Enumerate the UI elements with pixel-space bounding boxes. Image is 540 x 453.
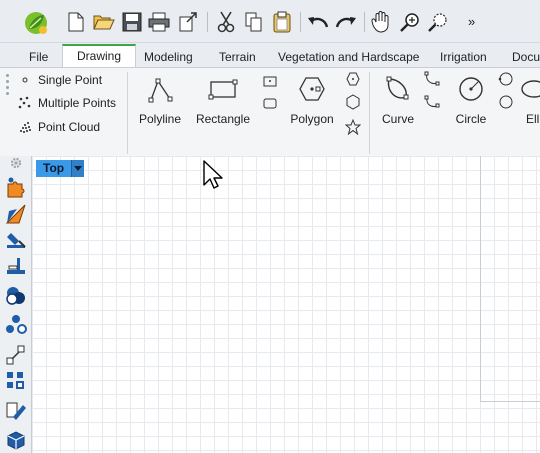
puzzle-snap-icon[interactable]	[5, 176, 27, 198]
toolbar-separator	[300, 12, 301, 32]
rounded-rectangle-icon[interactable]	[262, 95, 278, 111]
tab-drawing[interactable]: Drawing	[62, 44, 137, 68]
polygon-icon	[299, 77, 325, 101]
tab-irrigation[interactable]: Irrigation	[440, 47, 487, 67]
planar-icon[interactable]	[5, 255, 27, 277]
redo-icon[interactable]	[335, 11, 357, 33]
tab-vegetation-and-hardscape[interactable]: Vegetation and Hardscape	[278, 47, 419, 67]
interpolate-curve-icon[interactable]	[424, 71, 440, 87]
app-logo-icon[interactable]	[22, 9, 50, 37]
point-cloud-icon	[20, 122, 31, 133]
rectangle-3pt-icon[interactable]	[262, 73, 278, 89]
tab-terrain[interactable]: Terrain	[219, 47, 256, 67]
circle-3pt-icon[interactable]	[498, 94, 514, 110]
pan-icon[interactable]	[370, 11, 392, 33]
polygon-button[interactable]: Polygon	[285, 72, 339, 126]
curve-icon	[386, 76, 409, 100]
circle-diameter-icon[interactable]	[498, 71, 514, 87]
eraser-icon[interactable]	[5, 229, 27, 251]
toolbar-separator	[207, 12, 208, 32]
viewport-top[interactable]: Top	[32, 156, 540, 453]
gear-icon[interactable]	[9, 156, 23, 170]
copy-icon[interactable]	[243, 11, 265, 33]
point-cloud-button[interactable]: Point Cloud	[18, 118, 100, 136]
single-point-label: Single Point	[38, 73, 103, 87]
curve-label: Curve	[381, 112, 414, 126]
quick-access-toolbar: »	[0, 0, 540, 43]
ortho-snap-icon[interactable]	[5, 203, 27, 225]
toolbar-separator	[364, 12, 365, 32]
multiple-points-icon	[18, 96, 31, 109]
polygon-edge-icon[interactable]	[345, 71, 361, 87]
circle-label: Circle	[455, 112, 487, 126]
array-icon[interactable]	[5, 370, 27, 392]
hexagon-icon[interactable]	[345, 94, 361, 110]
viewport-title[interactable]: Top	[36, 160, 72, 177]
ribbon-separator	[369, 72, 370, 154]
viewport-split-line	[480, 401, 540, 402]
ribbon-panel: Single Point Multiple Points Point Cloud…	[0, 67, 540, 157]
new-icon[interactable]	[65, 11, 87, 33]
single-point-button[interactable]: Single Point	[18, 71, 102, 89]
open-icon[interactable]	[93, 11, 115, 33]
viewport-split-line	[480, 156, 481, 401]
star-icon[interactable]	[345, 119, 361, 135]
toolbar-overflow-button[interactable]: »	[468, 14, 475, 29]
undo-icon[interactable]	[307, 11, 329, 33]
polygon-label: Polygon	[290, 112, 334, 126]
curve-button[interactable]: Curve	[376, 72, 420, 126]
group-objects-icon[interactable]	[5, 314, 27, 336]
box-3d-icon[interactable]	[5, 429, 27, 451]
rectangle-label: Rectangle	[195, 112, 251, 126]
polyline-button[interactable]: Polyline	[135, 72, 185, 126]
point-cloud-label: Point Cloud	[38, 120, 101, 134]
move-icon[interactable]	[5, 344, 27, 366]
export-icon[interactable]	[177, 11, 199, 33]
circle-button[interactable]: Circle	[450, 72, 492, 126]
mouse-cursor-icon	[203, 160, 223, 189]
print-icon[interactable]	[148, 11, 170, 33]
ellipse-label: Elli	[526, 112, 540, 126]
chevron-down-icon	[74, 165, 83, 171]
cut-icon[interactable]	[215, 11, 237, 33]
zoom-icon[interactable]	[399, 11, 421, 33]
save-icon[interactable]	[121, 11, 143, 33]
multiple-points-button[interactable]: Multiple Points	[18, 94, 116, 112]
ellipse-icon	[521, 80, 540, 98]
ribbon-grip[interactable]	[6, 74, 10, 96]
zoom-window-icon[interactable]	[427, 11, 449, 33]
viewport-menu-button[interactable]	[71, 160, 85, 177]
ellipse-button[interactable]: Elli	[520, 72, 540, 126]
tab-documentation[interactable]: Docu	[512, 47, 540, 67]
sketch-curve-icon[interactable]	[424, 94, 440, 110]
rectangle-icon	[208, 79, 238, 100]
edit-geometry-icon[interactable]	[5, 400, 27, 422]
polyline-label: Polyline	[138, 112, 182, 126]
left-toolbar	[0, 156, 32, 453]
polyline-icon	[148, 78, 173, 103]
single-point-icon	[22, 77, 28, 83]
circle-icon	[459, 77, 483, 101]
multiple-points-label: Multiple Points	[38, 96, 117, 110]
rectangle-button[interactable]: Rectangle	[192, 72, 254, 126]
tab-file[interactable]: File	[29, 47, 48, 67]
ribbon-separator	[127, 72, 128, 154]
ribbon-tabs: File Drawing Modeling Terrain Vegetation…	[0, 43, 540, 68]
paste-icon[interactable]	[271, 11, 293, 33]
viewport-label-tab[interactable]: Top	[36, 160, 85, 177]
boolean-union-icon[interactable]	[5, 285, 27, 307]
tab-modeling[interactable]: Modeling	[144, 47, 193, 67]
